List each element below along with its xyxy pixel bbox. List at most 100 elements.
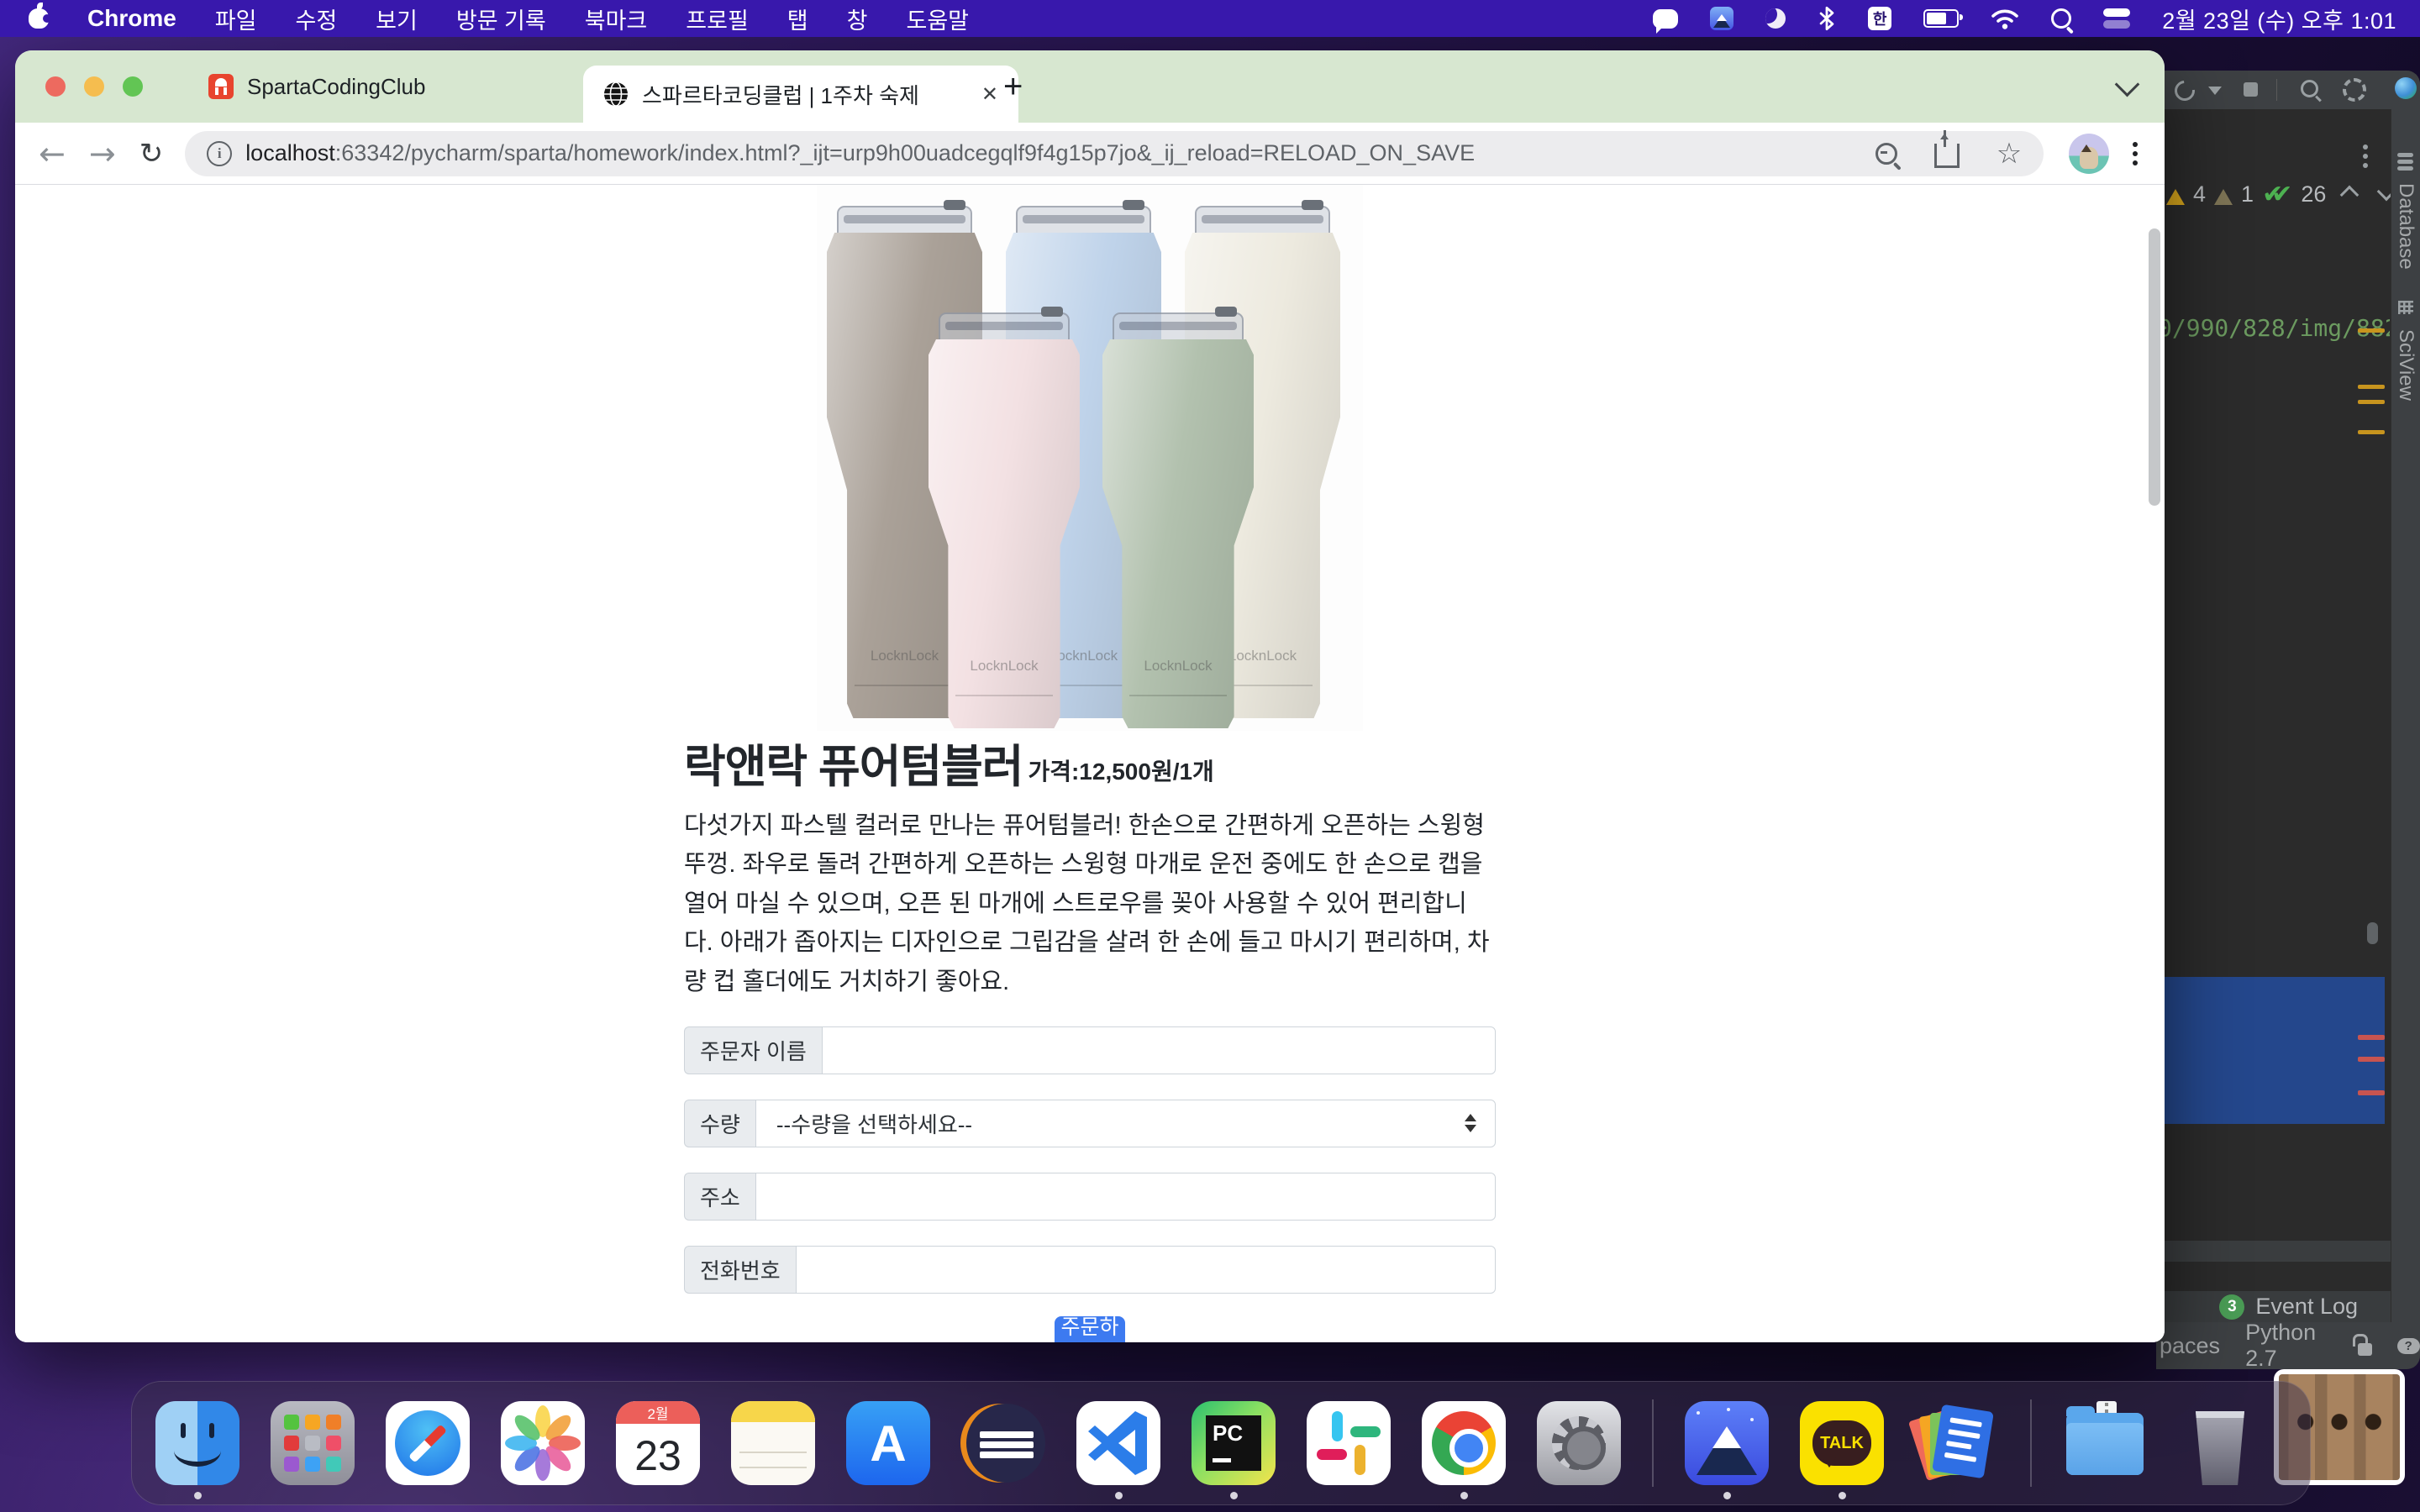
dock-calendar[interactable]: 2월 23 [616,1401,700,1485]
run-config-dropdown-icon[interactable] [2208,87,2222,102]
menu-history[interactable]: 방문 기록 [456,3,546,35]
tool-window-database[interactable]: Database [2394,183,2417,270]
address-bar[interactable]: i localhost:63342/pycharm/sparta/homewor… [185,131,2044,176]
focus-moon-icon[interactable] [1765,8,1786,29]
dock-chrome[interactable] [1422,1401,1506,1485]
menu-file[interactable]: 파일 [215,3,257,35]
dock-trash[interactable] [2178,1401,2262,1485]
new-tab-button[interactable]: + [1003,72,1023,101]
menu-edit[interactable]: 수정 [295,3,337,35]
warning-stripe-mark[interactable] [2358,400,2385,404]
battery-icon[interactable] [1923,9,1959,28]
editor-scrollbar-thumb[interactable] [2367,922,2378,944]
editor-code-line[interactable]: 0/990/828/img/8828 [2158,314,2390,342]
cloud-question-icon[interactable]: ? [2397,1338,2420,1354]
phone-input[interactable] [796,1246,1496,1294]
close-window-button[interactable] [45,76,66,97]
trash-icon [2178,1401,2262,1485]
tumbler-sage: LocknLock [1102,312,1254,728]
address-label: 주소 [684,1173,755,1221]
spotlight-icon[interactable] [2051,8,2071,29]
stop-icon[interactable] [2244,82,2258,97]
error-stripe-mark[interactable] [2358,1057,2385,1062]
dock-eclipse[interactable] [961,1401,1045,1485]
sciview-grid-icon[interactable] [2398,301,2413,314]
pycharm-icon: PC [1192,1401,1276,1485]
forward-button[interactable]: → [89,135,116,172]
back-button[interactable]: ← [39,135,66,172]
dock-finder[interactable] [155,1401,239,1485]
bookmark-star-icon[interactable]: ☆ [1996,137,2022,171]
error-stripe-mark[interactable] [2358,1090,2385,1095]
messages-icon[interactable] [1653,9,1678,29]
zoom-out-icon[interactable] [1876,143,1897,165]
dock: 2월 23 A PC [131,1381,2311,1505]
error-stripe-mark[interactable] [2358,1035,2385,1040]
reload-button[interactable]: ↻ [139,137,164,171]
minimize-window-button[interactable] [84,76,104,97]
menu-tab[interactable]: 탭 [787,3,808,35]
apple-menu-icon[interactable] [29,8,49,29]
page-scrollbar-thumb[interactable] [2149,228,2160,506]
editor-options-kebab-icon[interactable] [2363,144,2368,168]
database-icon[interactable] [2397,153,2413,171]
address-input[interactable] [755,1173,1496,1221]
order-button[interactable]: 주문하기 [1055,1316,1125,1342]
bluetooth-icon[interactable] [1818,6,1836,31]
quantity-selected-value: --수량을 선택하세요-- [776,1108,972,1139]
name-input[interactable] [822,1026,1496,1074]
input-source-icon[interactable]: 한 [1868,7,1891,30]
dock-vscode[interactable] [1076,1401,1160,1485]
dock-kakaotalk[interactable]: TALK [1800,1401,1884,1485]
tab-close-icon[interactable]: ✕ [981,82,998,107]
menubar-clock[interactable]: 2월 23일 (수) 오후 1:01 [2162,3,2396,35]
dock-polaris-office[interactable] [1915,1401,1999,1485]
menu-view[interactable]: 보기 [376,3,418,35]
warning-stripe-mark[interactable] [2358,328,2385,333]
tool-window-sciview[interactable]: SciView [2394,329,2417,401]
ide-settings-icon[interactable] [2343,78,2366,102]
prev-problem-chevron-icon[interactable] [2340,185,2360,204]
unlock-icon[interactable] [2358,1343,2371,1356]
colorful-sphere-icon[interactable] [2395,77,2417,99]
dock-launchpad[interactable] [271,1401,355,1485]
menubar-app-name[interactable]: Chrome [87,5,176,32]
tab-spartacodingclub[interactable]: SpartaCodingClub ✕ [188,50,623,123]
menu-bookmarks[interactable]: 북마크 [585,3,648,35]
dock-photos[interactable] [501,1401,585,1485]
dock-app-store[interactable]: A [846,1401,930,1485]
share-icon[interactable] [1934,144,1960,168]
indent-status[interactable]: paces [2160,1333,2220,1359]
tab-search-chevron-icon[interactable] [2115,72,2140,97]
warning-stripe-mark[interactable] [2358,430,2385,434]
chrome-menu-kebab-icon[interactable] [2133,142,2138,165]
wifi-icon[interactable] [1991,7,2019,30]
dock-pycharm[interactable]: PC [1192,1401,1276,1485]
menu-help[interactable]: 도움말 [906,3,969,35]
inspections-widget[interactable]: 4 1 ✔✔ 26 [2166,180,2393,209]
dock-safari[interactable] [386,1401,470,1485]
zoom-window-button[interactable] [123,76,143,97]
control-center-icon[interactable] [2103,8,2130,29]
search-everywhere-icon[interactable] [2301,80,2318,97]
event-log-badge: 3 [2219,1294,2244,1320]
dock-downloads[interactable] [2063,1401,2147,1485]
dock-system-preferences[interactable] [1537,1401,1621,1485]
site-info-icon[interactable]: i [207,141,232,166]
vscode-icon [1076,1401,1160,1485]
tab-homework[interactable]: 스파르타코딩클럽 | 1주차 숙제 ✕ [583,66,1018,123]
dock-slack[interactable] [1307,1401,1391,1485]
dock-nachos[interactable] [1685,1401,1769,1485]
interpreter-status[interactable]: Python 2.7 [2245,1320,2333,1372]
quantity-select[interactable]: --수량을 선택하세요-- [755,1100,1496,1147]
profile-avatar[interactable] [2069,134,2109,174]
mountain-app-icon[interactable] [1710,7,1733,30]
event-log-bar[interactable]: 3 Event Log [2156,1291,2391,1322]
menu-profiles[interactable]: 프로필 [686,3,749,35]
form-row-phone: 전화번호 [684,1246,1496,1294]
dock-notes[interactable] [731,1401,815,1485]
menu-window[interactable]: 창 [847,3,868,35]
product-title: 락앤락 퓨어텀블러 [684,744,1023,790]
rerun-icon[interactable] [2170,76,2199,105]
warning-stripe-mark[interactable] [2358,385,2385,389]
